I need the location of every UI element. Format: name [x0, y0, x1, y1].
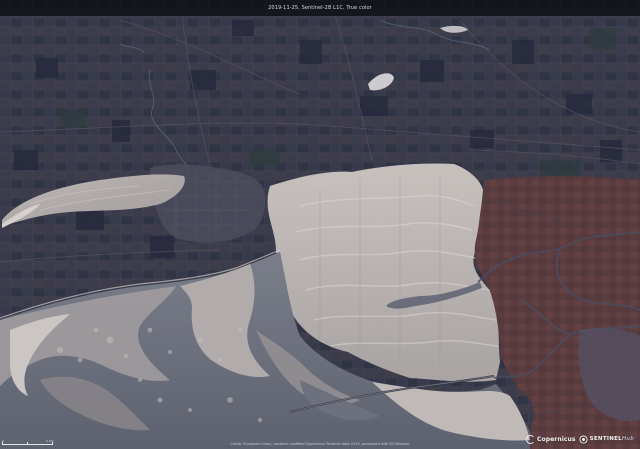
copernicus-mark-icon	[526, 434, 536, 444]
sentinel-word: SENTINEL	[589, 436, 622, 442]
sentinel-hub-mark-icon	[579, 434, 588, 444]
sentinel-hub-wordmark: SENTINELHub	[590, 436, 634, 442]
map-viewer[interactable]: 2019-11-25, Sentinel-2B L1C, True color …	[0, 0, 640, 449]
image-title: 2019-11-25, Sentinel-2B L1C, True color	[268, 5, 372, 11]
title-bar: 2019-11-25, Sentinel-2B L1C, True color	[0, 0, 640, 16]
copernicus-wordmark: Copernicus	[537, 435, 576, 443]
satellite-imagery[interactable]	[0, 0, 640, 449]
provider-logos: Copernicus SENTINELHub	[526, 432, 634, 446]
sentinel-hub-logo: SENTINELHub	[579, 434, 634, 444]
hub-word: Hub	[621, 436, 634, 442]
copernicus-logo: Copernicus	[526, 434, 576, 444]
